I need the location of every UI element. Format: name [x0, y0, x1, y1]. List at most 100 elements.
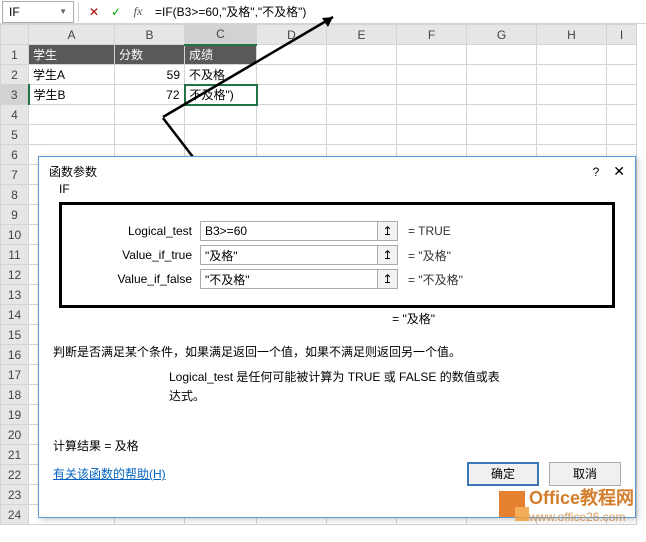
row-header-9[interactable]: 9: [1, 205, 29, 225]
collapse-dialog-icon[interactable]: ↥: [378, 221, 398, 241]
arg-input-value-if-true[interactable]: "及格": [200, 245, 378, 265]
cell[interactable]: [537, 45, 607, 65]
function-name-label: IF: [55, 182, 74, 196]
function-help-link[interactable]: 有关该函数的帮助(H): [53, 465, 166, 482]
row-header-11[interactable]: 11: [1, 245, 29, 265]
cell[interactable]: [607, 85, 637, 105]
cell[interactable]: [115, 125, 185, 145]
cell[interactable]: [397, 105, 467, 125]
col-header-d[interactable]: D: [257, 25, 327, 45]
cell-b2[interactable]: 59: [115, 65, 185, 85]
arg-input-value-if-false[interactable]: "不及格": [200, 269, 378, 289]
cell-a3[interactable]: 学生B: [29, 85, 115, 105]
cell-c3-active[interactable]: 不及格"): [185, 85, 257, 105]
cell-a2[interactable]: 学生A: [29, 65, 115, 85]
dialog-title-text: 函数参数: [49, 163, 97, 180]
cell[interactable]: [467, 65, 537, 85]
cell-c1[interactable]: 成绩: [185, 45, 257, 65]
row-header-8[interactable]: 8: [1, 185, 29, 205]
cell[interactable]: [607, 105, 637, 125]
row-header-10[interactable]: 10: [1, 225, 29, 245]
help-icon[interactable]: ?: [593, 165, 600, 179]
cell[interactable]: [607, 125, 637, 145]
cancel-button[interactable]: 取消: [549, 462, 621, 486]
cell[interactable]: [537, 85, 607, 105]
cell[interactable]: [467, 85, 537, 105]
arg-input-logical-test[interactable]: B3>=60: [200, 221, 378, 241]
cell[interactable]: [115, 105, 185, 125]
cell[interactable]: [327, 85, 397, 105]
row-header-16[interactable]: 16: [1, 345, 29, 365]
close-icon[interactable]: ✕: [613, 163, 625, 180]
col-header-i[interactable]: I: [607, 25, 637, 45]
cell[interactable]: [397, 45, 467, 65]
col-header-h[interactable]: H: [537, 25, 607, 45]
row-header-24[interactable]: 24: [1, 505, 29, 525]
cell[interactable]: [257, 45, 327, 65]
col-header-a[interactable]: A: [29, 25, 115, 45]
cell[interactable]: [537, 105, 607, 125]
row-header-12[interactable]: 12: [1, 265, 29, 285]
row-header-21[interactable]: 21: [1, 445, 29, 465]
row-header-1[interactable]: 1: [1, 45, 29, 65]
cell[interactable]: [185, 125, 257, 145]
row-header-19[interactable]: 19: [1, 405, 29, 425]
col-header-g[interactable]: G: [467, 25, 537, 45]
cancel-formula-button[interactable]: ✕: [83, 1, 105, 23]
cell[interactable]: [327, 125, 397, 145]
cell[interactable]: [397, 125, 467, 145]
cell[interactable]: [327, 105, 397, 125]
cell[interactable]: [607, 45, 637, 65]
dialog-titlebar[interactable]: 函数参数 ? ✕: [39, 157, 635, 186]
row-header-3[interactable]: 3: [1, 85, 29, 105]
row-header-20[interactable]: 20: [1, 425, 29, 445]
cell[interactable]: [257, 105, 327, 125]
col-header-f[interactable]: F: [397, 25, 467, 45]
col-header-e[interactable]: E: [327, 25, 397, 45]
cell[interactable]: [537, 65, 607, 85]
cell-b1[interactable]: 分数: [115, 45, 185, 65]
cell[interactable]: [257, 65, 327, 85]
col-header-b[interactable]: B: [115, 25, 185, 45]
row-header-7[interactable]: 7: [1, 165, 29, 185]
overall-eval: = "及格": [59, 310, 615, 327]
col-header-c[interactable]: C: [185, 25, 257, 45]
collapse-dialog-icon[interactable]: ↥: [378, 245, 398, 265]
cell[interactable]: [29, 105, 115, 125]
cell-b3[interactable]: 72: [115, 85, 185, 105]
cell[interactable]: [467, 125, 537, 145]
cell[interactable]: [537, 125, 607, 145]
formula-input[interactable]: =IF(B3>=60,"及格","不及格"): [149, 1, 646, 22]
cell-a1[interactable]: 学生: [29, 45, 115, 65]
cell[interactable]: [257, 85, 327, 105]
dropdown-icon[interactable]: ▼: [59, 7, 67, 16]
collapse-dialog-icon[interactable]: ↥: [378, 269, 398, 289]
row-header-14[interactable]: 14: [1, 305, 29, 325]
cell[interactable]: [327, 45, 397, 65]
cell[interactable]: [29, 125, 115, 145]
row-header-22[interactable]: 22: [1, 465, 29, 485]
row-header-18[interactable]: 18: [1, 385, 29, 405]
fx-button[interactable]: fx: [127, 1, 149, 23]
row-header-2[interactable]: 2: [1, 65, 29, 85]
ok-button[interactable]: 确定: [467, 462, 539, 486]
row-header-6[interactable]: 6: [1, 145, 29, 165]
cell-c2[interactable]: 不及格: [185, 65, 257, 85]
cell[interactable]: [327, 65, 397, 85]
row-header-13[interactable]: 13: [1, 285, 29, 305]
cell[interactable]: [467, 105, 537, 125]
row-header-5[interactable]: 5: [1, 125, 29, 145]
cell[interactable]: [467, 45, 537, 65]
row-header-15[interactable]: 15: [1, 325, 29, 345]
row-header-4[interactable]: 4: [1, 105, 29, 125]
select-all-corner[interactable]: [1, 25, 29, 45]
name-box[interactable]: IF ▼: [2, 1, 74, 23]
cell[interactable]: [257, 125, 327, 145]
cell[interactable]: [397, 85, 467, 105]
row-header-23[interactable]: 23: [1, 485, 29, 505]
cell[interactable]: [185, 105, 257, 125]
cell[interactable]: [607, 65, 637, 85]
row-header-17[interactable]: 17: [1, 365, 29, 385]
enter-formula-button[interactable]: ✓: [105, 1, 127, 23]
cell[interactable]: [397, 65, 467, 85]
